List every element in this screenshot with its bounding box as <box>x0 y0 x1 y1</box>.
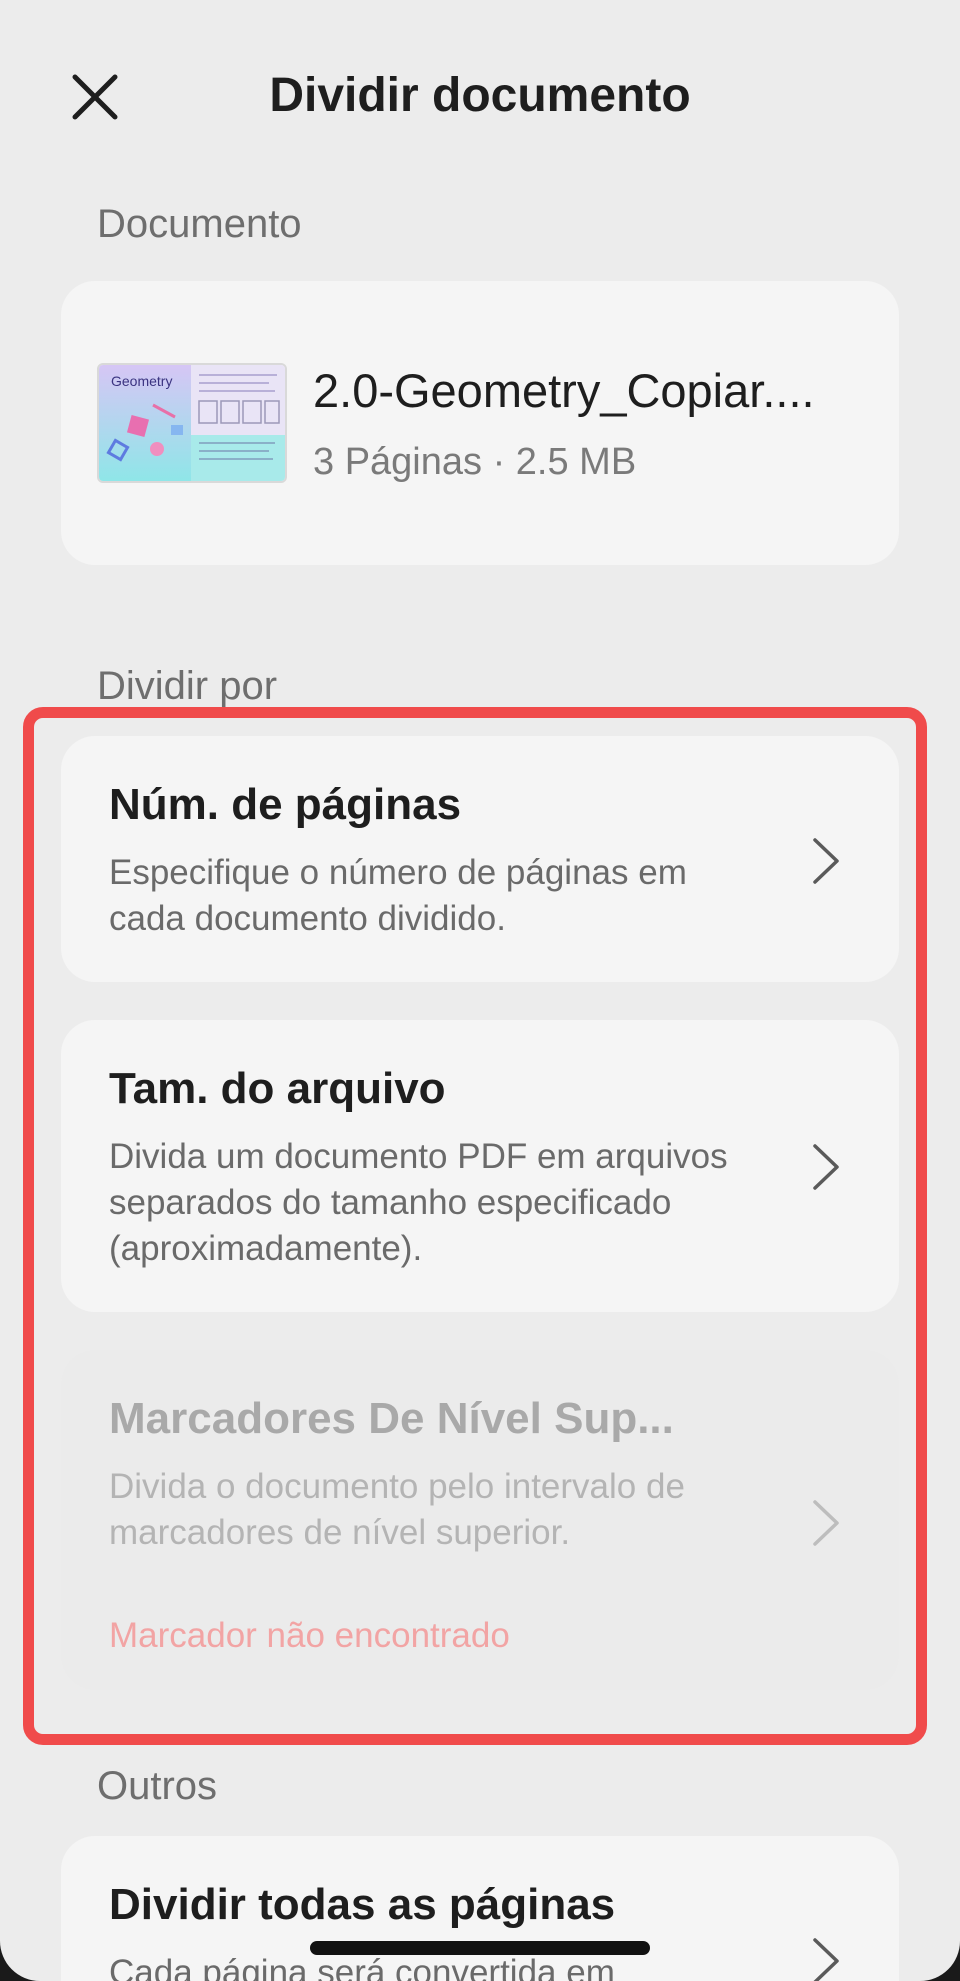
split-option-file-size[interactable]: Tam. do arquivo Divida um documento PDF … <box>61 1020 899 1312</box>
option-title: Núm. de páginas <box>109 780 462 829</box>
split-document-screen: Dividir documento Documento Geometry 2.0… <box>0 0 960 1981</box>
document-meta: 3 Páginas · 2.5 MB <box>313 441 637 483</box>
page-title: Dividir documento <box>269 69 691 122</box>
split-option-all-pages[interactable]: Dividir todas as páginas Cada página ser… <box>61 1836 899 1981</box>
chevron-right-icon <box>813 838 839 884</box>
home-indicator[interactable] <box>310 1941 650 1955</box>
document-card[interactable]: Geometry 2.0-Geometry_Copiar.... 3 Págin… <box>61 281 899 565</box>
document-file-name: 2.0-Geometry_Copiar.... <box>313 364 815 417</box>
bookmark-not-found-message: Marcador não encontrado <box>109 1616 510 1655</box>
option-description: Divida o documento pelo intervalo de mar… <box>109 1467 685 1552</box>
others-section-label: Outros <box>97 1764 218 1808</box>
option-description: Divida um documento PDF em arquivos sepa… <box>109 1137 728 1268</box>
header: Dividir documento <box>0 0 960 200</box>
option-title: Dividir todas as páginas <box>109 1880 616 1929</box>
chevron-right-icon <box>813 1938 839 1981</box>
chevron-right-icon <box>813 1144 839 1190</box>
option-title: Marcadores De Nível Sup... <box>109 1394 674 1443</box>
document-thumbnail: Geometry <box>97 363 287 483</box>
thumbnail-title: Geometry <box>111 373 173 389</box>
document-section-label: Documento <box>97 202 302 246</box>
split-by-section-label: Dividir por <box>97 664 278 708</box>
split-option-page-count[interactable]: Núm. de páginas Especifique o número de … <box>61 736 899 982</box>
chevron-right-icon <box>813 1500 839 1546</box>
split-option-top-level-bookmarks: Marcadores De Nível Sup... Divida o docu… <box>61 1350 899 1690</box>
option-title: Tam. do arquivo <box>109 1064 446 1113</box>
option-description: Especifique o número de páginas em cada … <box>109 853 687 938</box>
